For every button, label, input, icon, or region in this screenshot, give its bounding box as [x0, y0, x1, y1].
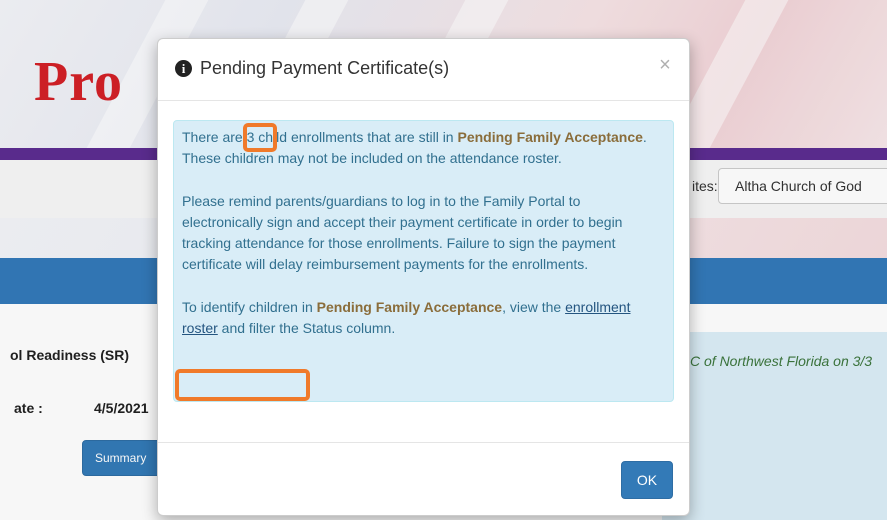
text-segment: child enrollments that are still in: [254, 129, 458, 145]
pending-status-highlight: Pending Family Acceptance: [316, 299, 503, 315]
alert-paragraph-1: There are 3 child enrollments that are s…: [182, 127, 659, 169]
modal-footer: OK: [158, 442, 689, 515]
text-segment: , view the: [502, 299, 566, 315]
pending-payment-modal: i Pending Payment Certificate(s) × There…: [157, 38, 690, 516]
text-segment: There are: [182, 129, 247, 145]
info-alert: There are 3 child enrollments that are s…: [173, 120, 674, 402]
ok-button[interactable]: OK: [621, 461, 673, 499]
text-segment: and filter the Status column.: [217, 320, 396, 336]
alert-paragraph-3: To identify children in Pending Family A…: [182, 297, 659, 339]
close-icon[interactable]: ×: [654, 55, 676, 77]
alert-paragraph-2: Please remind parents/guardians to log i…: [182, 193, 623, 272]
modal-header: i Pending Payment Certificate(s) ×: [158, 39, 689, 101]
pending-status-highlight: Pending Family Acceptance: [457, 129, 643, 145]
modal-title: Pending Payment Certificate(s): [200, 58, 450, 78]
info-circle-icon: i: [175, 60, 192, 77]
text-segment: To identify children in: [182, 299, 317, 315]
